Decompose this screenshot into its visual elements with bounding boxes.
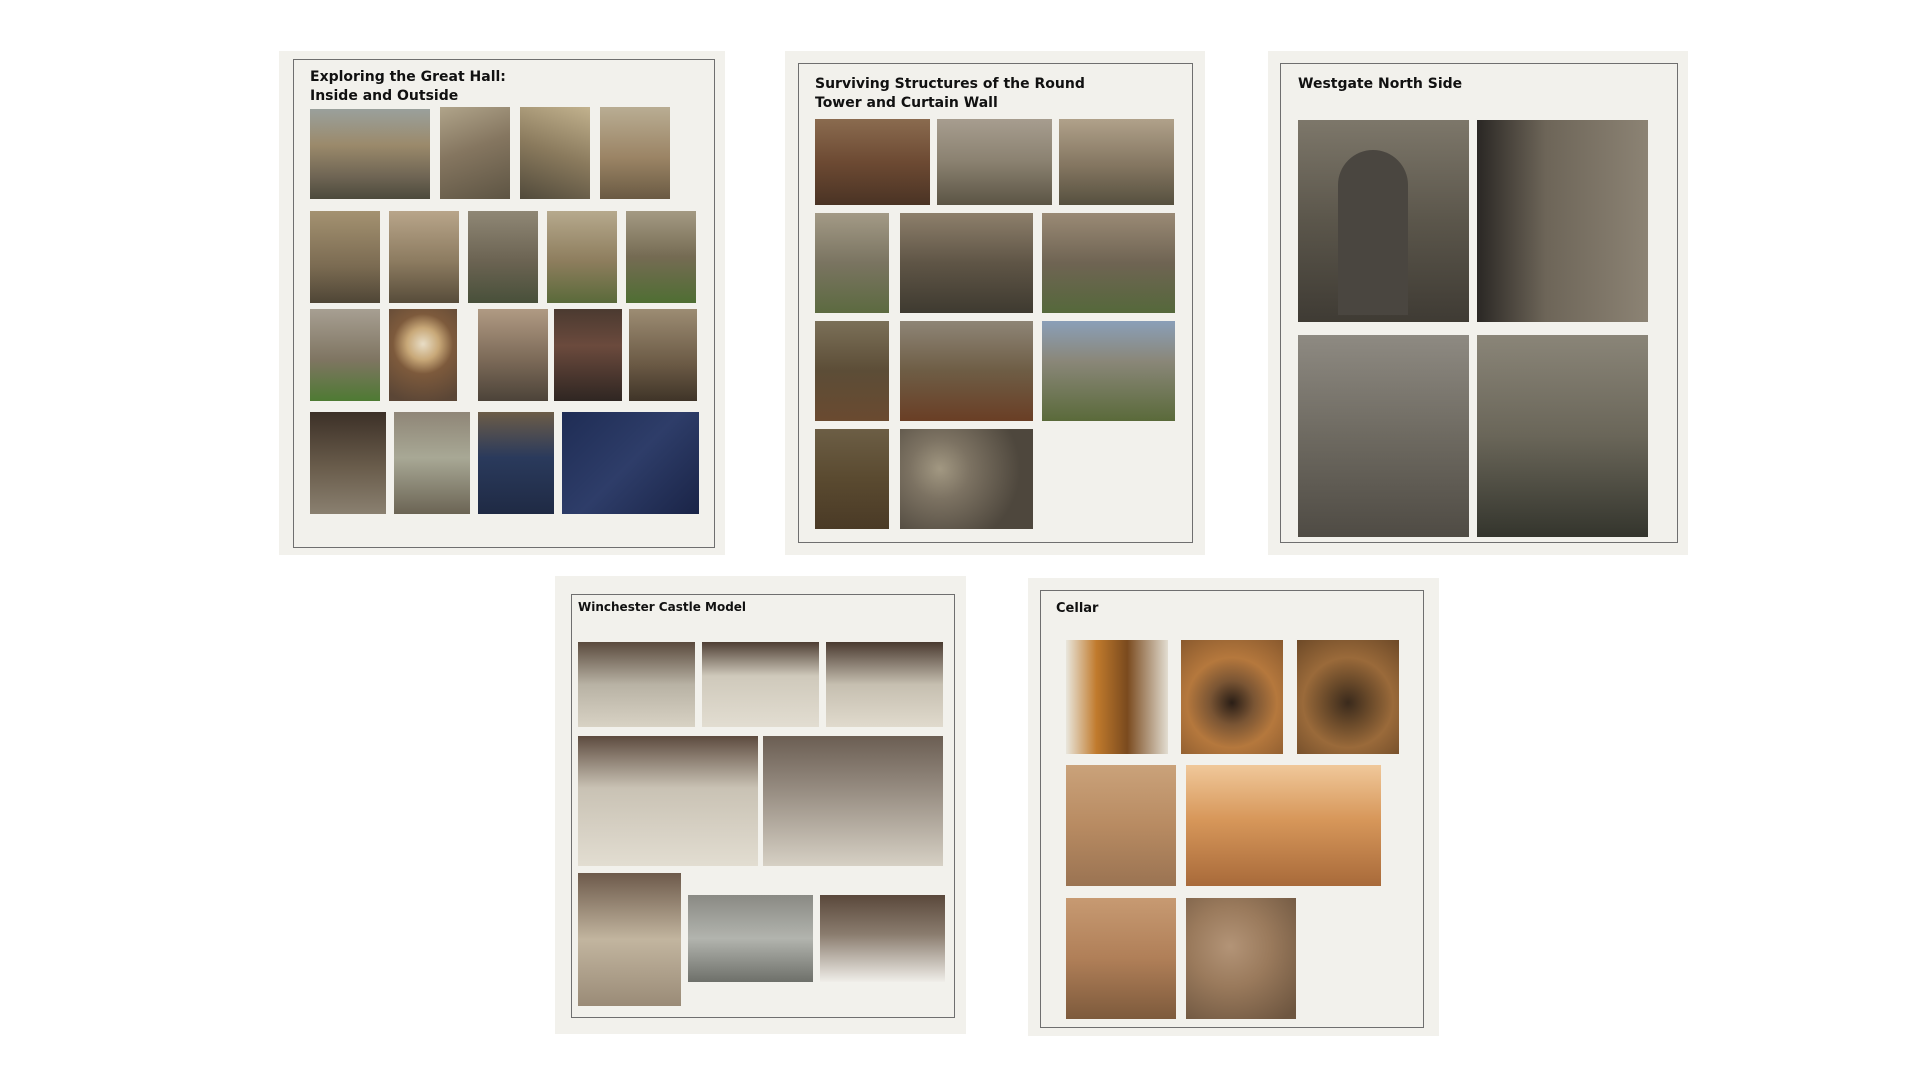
photo[interactable]: [900, 213, 1033, 313]
photo[interactable]: [1477, 120, 1648, 322]
photo[interactable]: [478, 412, 554, 514]
photo[interactable]: [1066, 765, 1176, 886]
panel-title: Westgate North Side: [1298, 76, 1463, 92]
photo[interactable]: [815, 429, 889, 529]
photo[interactable]: [815, 213, 889, 313]
photo[interactable]: [389, 309, 457, 401]
photo[interactable]: [1066, 898, 1176, 1019]
photo[interactable]: [440, 107, 510, 199]
photo[interactable]: [1059, 119, 1174, 205]
photo[interactable]: [554, 309, 622, 401]
photo[interactable]: [937, 119, 1052, 205]
photo[interactable]: [1298, 120, 1469, 322]
photo[interactable]: [520, 107, 590, 199]
photo[interactable]: [394, 412, 470, 514]
photo[interactable]: [815, 321, 889, 421]
photo[interactable]: [1066, 640, 1168, 754]
photo[interactable]: [1477, 335, 1648, 537]
photo[interactable]: [468, 211, 538, 303]
photo[interactable]: [600, 107, 670, 199]
photo[interactable]: [1042, 213, 1175, 313]
photo[interactable]: [310, 109, 430, 199]
panel-title: Cellar: [1056, 601, 1099, 616]
panel-title: Surviving Structures of the Round Tower …: [815, 76, 1085, 111]
photo[interactable]: [1297, 640, 1399, 754]
panel-great-hall: Exploring the Great Hall: Inside and Out…: [279, 51, 725, 555]
photo[interactable]: [1186, 765, 1381, 886]
photo[interactable]: [702, 642, 819, 727]
photo[interactable]: [815, 119, 930, 205]
photo[interactable]: [310, 309, 380, 401]
panel-castle-model: Winchester Castle Model: [555, 576, 966, 1034]
photo[interactable]: [826, 642, 943, 727]
panel-title: Winchester Castle Model: [578, 600, 747, 614]
panel-title: Exploring the Great Hall: Inside and Out…: [310, 69, 506, 104]
photo[interactable]: [900, 429, 1033, 529]
photo[interactable]: [688, 895, 813, 982]
photo[interactable]: [310, 211, 380, 303]
photo[interactable]: [763, 736, 943, 866]
photo[interactable]: [389, 211, 459, 303]
photo[interactable]: [900, 321, 1033, 421]
photo[interactable]: [578, 873, 681, 1006]
photo[interactable]: [310, 412, 386, 514]
photo[interactable]: [562, 412, 699, 514]
photo[interactable]: [578, 736, 758, 866]
door-shape: [1338, 150, 1408, 315]
photo[interactable]: [629, 309, 697, 401]
photo[interactable]: [578, 642, 695, 727]
photo[interactable]: [1181, 640, 1283, 754]
photo[interactable]: [478, 309, 548, 401]
photo[interactable]: [547, 211, 617, 303]
panel-cellar: Cellar: [1028, 578, 1439, 1036]
photo[interactable]: [820, 895, 945, 982]
panel-westgate: Westgate North Side: [1268, 51, 1688, 555]
photo[interactable]: [1298, 335, 1469, 537]
photo[interactable]: [1042, 321, 1175, 421]
panel-round-tower: Surviving Structures of the Round Tower …: [785, 51, 1205, 555]
photo[interactable]: [1186, 898, 1296, 1019]
photo[interactable]: [626, 211, 696, 303]
